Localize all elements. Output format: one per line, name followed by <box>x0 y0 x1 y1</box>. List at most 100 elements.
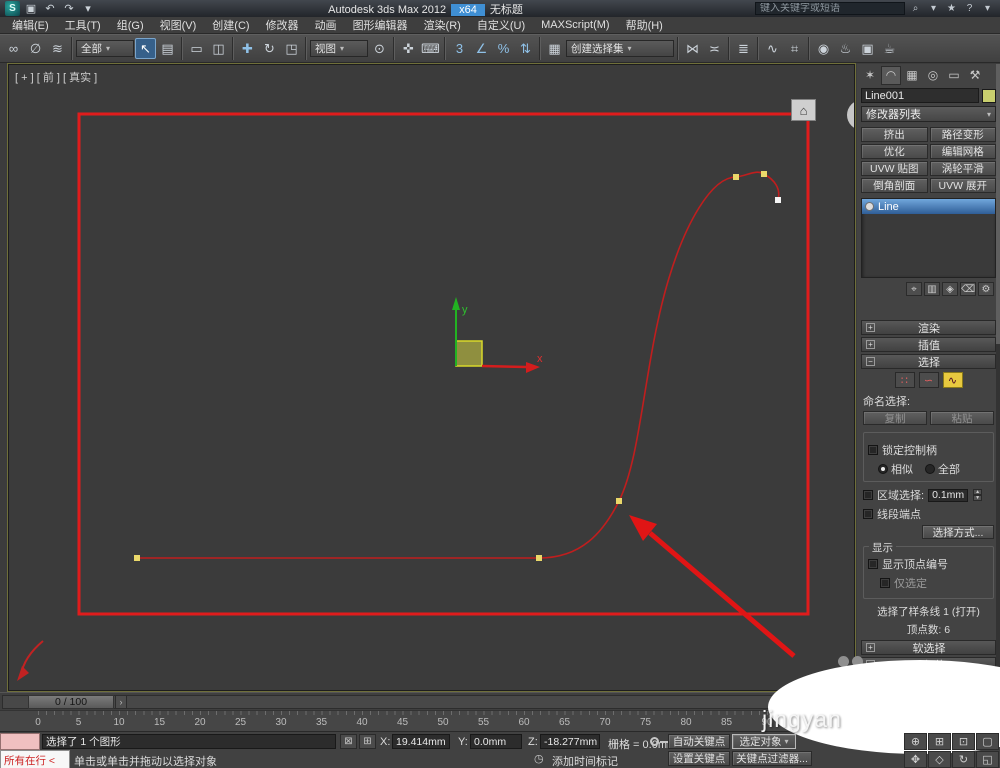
time-slider-handle[interactable]: 0 / 100 <box>28 695 114 709</box>
stack-bulb-icon[interactable] <box>865 202 874 211</box>
x-coordinate-field[interactable]: 19.414mm <box>392 734 450 749</box>
reference-coordinate-dropdown[interactable]: 视图 ▾ <box>310 40 368 57</box>
segment-end-checkbox[interactable] <box>863 509 873 519</box>
modifier-stack[interactable]: Line <box>861 198 996 278</box>
angle-snap-icon[interactable]: ∠ <box>471 38 492 59</box>
rollout-interpolation[interactable]: + 插值 <box>861 337 996 352</box>
key-icon[interactable] <box>650 737 668 746</box>
menu-item-6[interactable]: 修改器 <box>258 17 307 33</box>
schematic-view-icon[interactable]: ⌗ <box>784 38 805 59</box>
rollout-soft-selection[interactable]: + 软选择 <box>861 640 996 655</box>
spline-vertex[interactable] <box>616 498 622 504</box>
zoom-icon[interactable]: ⊕ <box>904 733 927 750</box>
tab-motion-icon[interactable]: ◎ <box>923 66 943 85</box>
absolute-mode-icon[interactable]: ⊞ <box>359 734 376 749</box>
viewcube[interactable] <box>847 100 877 130</box>
paste-button[interactable]: 粘贴 <box>930 411 994 425</box>
edit-named-selection-sets-icon[interactable]: ▦ <box>544 38 565 59</box>
all-radio[interactable] <box>925 464 935 474</box>
z-coordinate-field[interactable]: -18.277mm <box>540 734 600 749</box>
similar-radio[interactable] <box>878 464 888 474</box>
time-slider[interactable]: 0 / 100 › › <box>0 692 856 710</box>
menu-item-7[interactable]: 动画 <box>307 17 345 33</box>
selection-lock-icon[interactable]: ⊠ <box>340 734 357 749</box>
tab-create-icon[interactable]: ✶ <box>860 66 880 85</box>
rendered-frame-window-icon[interactable]: ▣ <box>857 38 878 59</box>
menu-item-5[interactable]: 创建(C) <box>204 17 257 33</box>
show-vertex-numbers-checkbox[interactable] <box>868 559 878 569</box>
area-selection-field[interactable]: 0.1mm <box>928 488 969 502</box>
spline-subobject-icon[interactable]: ∿ <box>942 372 963 388</box>
tab-utilities-icon[interactable]: ⚒ <box>965 66 985 85</box>
spline-end-vertex[interactable] <box>775 197 781 203</box>
tab-modify-icon[interactable]: ◠ <box>881 65 901 85</box>
spline-vertex[interactable] <box>733 174 739 180</box>
add-time-tag[interactable]: 添加时间标记 <box>552 753 618 768</box>
layer-manager-icon[interactable]: ≣ <box>733 38 754 59</box>
menu-item-8[interactable]: 图形编辑器 <box>345 17 416 33</box>
menu-item-1[interactable]: 编辑(E) <box>4 17 57 33</box>
mirror-icon[interactable]: ⋈ <box>682 38 703 59</box>
favorites-icon[interactable]: ★ <box>944 3 959 14</box>
select-and-rotate-icon[interactable]: ↻ <box>259 38 280 59</box>
spline-vertex[interactable] <box>536 555 542 561</box>
modifier-button-6[interactable]: 涡轮平滑 <box>929 161 996 176</box>
undo-icon[interactable]: ↶ <box>42 1 58 16</box>
modifier-button-5[interactable]: UVW 贴图 <box>861 161 928 176</box>
selected-objects-dropdown[interactable]: 选定对象 ▾ <box>732 734 796 749</box>
curve-editor-icon[interactable]: ∿ <box>762 38 783 59</box>
area-selection-spinner[interactable]: ▲ ▼ <box>973 489 983 501</box>
spinner-snap-icon[interactable]: ⇅ <box>515 38 536 59</box>
key-filters-button[interactable]: 关键点过滤器... <box>732 751 812 766</box>
menu-item-11[interactable]: MAXScript(M) <box>533 19 617 31</box>
help-icon[interactable]: ? <box>962 3 977 14</box>
quick-access-caret-icon[interactable]: ▾ <box>80 1 96 16</box>
next-frame-arrow[interactable]: › <box>115 695 127 709</box>
select-and-move-icon[interactable]: ✚ <box>237 38 258 59</box>
modifier-button-8[interactable]: UVW 展开 <box>929 178 996 193</box>
macro-recorder-field[interactable] <box>0 733 40 750</box>
named-selection-sets-dropdown[interactable]: 创建选择集 ▾ <box>566 40 674 57</box>
rectangle-shape[interactable] <box>77 112 810 616</box>
copy-button[interactable]: 复制 <box>863 411 927 425</box>
menu-item-4[interactable]: 视图(V) <box>152 17 205 33</box>
front-viewport[interactable]: y x [ + ] [ 前 ] [ 真实 ] ⌂ <box>7 63 877 692</box>
modifier-button-1[interactable]: 挤出 <box>861 127 928 142</box>
selected-only-checkbox[interactable] <box>880 578 890 588</box>
tab-display-icon[interactable]: ▭ <box>944 66 964 85</box>
configure-modifier-sets-icon[interactable]: ⚙ <box>978 282 994 296</box>
stack-item-line[interactable]: Line <box>862 199 995 214</box>
maxscript-listener-field[interactable]: 所有在行 < <box>0 750 70 768</box>
orbit-icon[interactable]: ↻ <box>952 751 975 768</box>
menu-item-9[interactable]: 渲染(R) <box>416 17 469 33</box>
panel-scrollbar[interactable] <box>996 64 1000 731</box>
modifier-list-dropdown[interactable]: 修改器列表 ▾ <box>861 106 996 122</box>
spline-vertex[interactable] <box>134 555 140 561</box>
select-and-link-icon[interactable]: ∞ <box>3 38 24 59</box>
menu-item-3[interactable]: 组(G) <box>109 17 152 33</box>
select-and-scale-icon[interactable]: ◳ <box>281 38 302 59</box>
rollout-rendering[interactable]: + 渲染 <box>861 320 996 335</box>
zoom-extents-icon[interactable]: ⊡ <box>952 733 975 750</box>
rectangular-selection-region-icon[interactable]: ▭ <box>186 38 207 59</box>
object-color-swatch[interactable] <box>982 88 996 103</box>
vertex-subobject-icon[interactable]: ∷ <box>894 372 915 388</box>
render-production-icon[interactable]: ☕ <box>879 38 900 59</box>
rollout-selection[interactable]: − 选择 <box>861 354 996 369</box>
modifier-button-7[interactable]: 倒角剖面 <box>861 178 928 193</box>
percent-snap-icon[interactable]: % <box>493 38 514 59</box>
menu-item-12[interactable]: 帮助(H) <box>618 17 671 33</box>
select-and-manipulate-icon[interactable]: ✜ <box>398 38 419 59</box>
remove-modifier-icon[interactable]: ⌫ <box>960 282 976 296</box>
lock-handles-checkbox[interactable] <box>868 445 878 455</box>
tab-hierarchy-icon[interactable]: ▦ <box>902 66 922 85</box>
bind-to-space-warp-icon[interactable]: ≋ <box>47 38 68 59</box>
select-by-button[interactable]: 选择方式... <box>922 525 994 539</box>
show-end-result-icon[interactable]: ▥ <box>924 282 940 296</box>
infocenter-search-input[interactable] <box>755 2 905 15</box>
modifier-button-2[interactable]: 路径变形 <box>929 127 996 142</box>
spline-vertex[interactable] <box>761 171 767 177</box>
set-key-button[interactable]: 设置关键点 <box>668 751 730 766</box>
keyboard-shortcut-override-icon[interactable]: ⌨ <box>420 38 441 59</box>
panel-scrollbar-thumb[interactable] <box>996 64 1000 344</box>
